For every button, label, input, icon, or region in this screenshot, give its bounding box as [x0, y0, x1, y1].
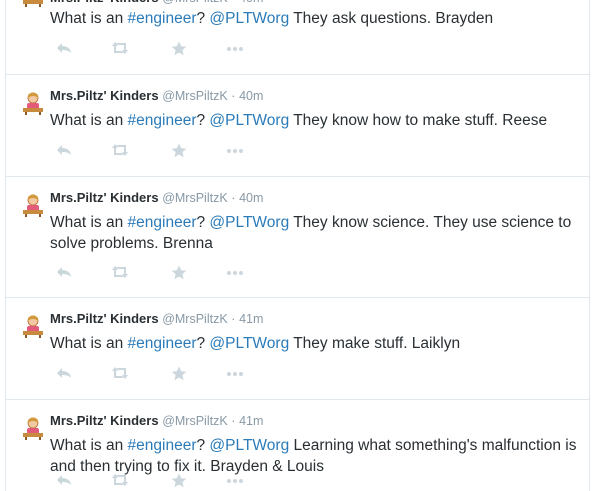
mention-link[interactable]: @PLTWorg	[209, 214, 289, 231]
mention-link[interactable]: @PLTWorg	[209, 112, 289, 129]
display-name[interactable]: Mrs.Piltz' Kinders	[50, 0, 159, 5]
more-icon[interactable]	[226, 41, 244, 57]
star-icon[interactable]	[171, 41, 189, 57]
user-handle[interactable]: @MrsPiltzK	[162, 414, 227, 428]
hashtag-link[interactable]: #engineer	[128, 437, 197, 454]
timestamp[interactable]: 40m	[239, 191, 263, 205]
user-handle[interactable]: @MrsPiltzK	[162, 89, 227, 103]
tweet-text-part: They know how to make stuff. Reese	[289, 112, 548, 129]
mention-link[interactable]: @PLTWorg	[209, 437, 289, 454]
separator: ·	[231, 312, 236, 326]
avatar-icon[interactable]	[20, 312, 46, 338]
separator: ·	[231, 0, 235, 5]
tweet-text-part: What is an	[50, 10, 128, 27]
hashtag-link[interactable]: #engineer	[128, 335, 197, 352]
tweet-header: Mrs.Piltz' Kinders @MrsPiltzK · 40m	[50, 190, 263, 206]
display-name[interactable]: Mrs.Piltz' Kinders	[50, 190, 159, 205]
hashtag-link[interactable]: #engineer	[128, 10, 197, 27]
avatar-icon[interactable]	[20, 191, 46, 217]
reply-icon[interactable]	[56, 265, 74, 281]
tweet[interactable]: Mrs.Piltz' Kinders @MrsPiltzK · 40m What…	[5, 0, 590, 75]
display-name[interactable]: Mrs.Piltz' Kinders	[50, 311, 159, 326]
tweet-header: Mrs.Piltz' Kinders @MrsPiltzK · 40m	[50, 0, 263, 6]
tweet-header: Mrs.Piltz' Kinders @MrsPiltzK · 40m	[50, 88, 263, 104]
tweet-text: What is an #engineer? @PLTWorg Learning …	[50, 435, 585, 477]
tweet-text: What is an #engineer? @PLTWorg They ask …	[50, 8, 585, 29]
tweet-text-part: What is an	[50, 437, 128, 454]
display-name[interactable]: Mrs.Piltz' Kinders	[50, 413, 159, 428]
tweet-text-part: ?	[196, 214, 210, 231]
tweet-text-part: ?	[196, 112, 210, 129]
tweet-text-part: What is an	[50, 335, 128, 352]
reply-icon[interactable]	[56, 41, 74, 57]
separator: ·	[231, 89, 236, 103]
retweet-icon[interactable]	[111, 41, 129, 57]
timestamp[interactable]: 41m	[239, 312, 263, 326]
display-name[interactable]: Mrs.Piltz' Kinders	[50, 88, 159, 103]
tweet-text-part: ?	[196, 335, 210, 352]
retweet-icon[interactable]	[111, 265, 129, 281]
user-handle[interactable]: @MrsPiltzK	[162, 0, 227, 5]
user-handle[interactable]: @MrsPiltzK	[162, 191, 227, 205]
tweet-text: What is an #engineer? @PLTWorg They make…	[50, 333, 585, 354]
hashtag-link[interactable]: #engineer	[128, 214, 197, 231]
tweet-feed: Mrs.Piltz' Kinders @MrsPiltzK · 40m What…	[0, 0, 594, 491]
more-icon[interactable]	[226, 366, 244, 382]
tweet-text-part: ?	[196, 437, 210, 454]
reply-icon[interactable]	[56, 143, 74, 159]
timestamp[interactable]: 40m	[239, 89, 263, 103]
tweet-header: Mrs.Piltz' Kinders @MrsPiltzK · 41m	[50, 311, 263, 327]
hashtag-link[interactable]: #engineer	[128, 112, 197, 129]
tweet-text-part: What is an	[50, 214, 128, 231]
star-icon[interactable]	[171, 143, 189, 159]
tweet-header: Mrs.Piltz' Kinders @MrsPiltzK · 41m	[50, 413, 263, 429]
star-icon[interactable]	[171, 265, 189, 281]
user-handle[interactable]: @MrsPiltzK	[162, 312, 227, 326]
tweet[interactable]: Mrs.Piltz' Kinders @MrsPiltzK · 41m What…	[5, 297, 590, 399]
tweet-text-part: ?	[196, 10, 210, 27]
mention-link[interactable]: @PLTWorg	[209, 335, 289, 352]
tweet-text-part: What is an	[50, 112, 128, 129]
tweet[interactable]: Mrs.Piltz' Kinders @MrsPiltzK · 40m What…	[5, 176, 590, 297]
retweet-icon[interactable]	[111, 143, 129, 159]
tweet[interactable]: Mrs.Piltz' Kinders @MrsPiltzK · 40m What…	[5, 74, 590, 176]
more-icon[interactable]	[226, 143, 244, 159]
star-icon[interactable]	[171, 366, 189, 382]
more-icon[interactable]	[226, 265, 244, 281]
avatar-icon[interactable]	[20, 414, 46, 440]
mention-link[interactable]: @PLTWorg	[209, 10, 289, 27]
tweet-text-part: They ask questions. Brayden	[289, 10, 494, 27]
tweet-text: What is an #engineer? @PLTWorg They know…	[50, 110, 585, 131]
timestamp[interactable]: 41m	[239, 414, 263, 428]
tweet-text: What is an #engineer? @PLTWorg They know…	[50, 212, 585, 254]
retweet-icon[interactable]	[111, 366, 129, 382]
separator: ·	[231, 414, 236, 428]
separator: ·	[231, 191, 236, 205]
tweet[interactable]: Mrs.Piltz' Kinders @MrsPiltzK · 41m What…	[5, 399, 590, 491]
timestamp[interactable]: 40m	[239, 0, 263, 5]
avatar-icon[interactable]	[20, 89, 46, 115]
avatar-icon[interactable]	[20, 0, 46, 7]
reply-icon[interactable]	[56, 366, 74, 382]
tweet-text-part: They make stuff. Laiklyn	[289, 335, 461, 352]
